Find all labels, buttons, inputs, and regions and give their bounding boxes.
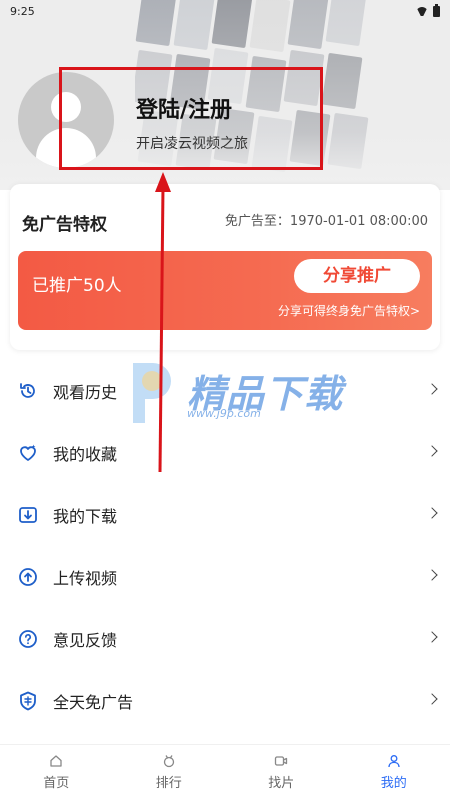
tab-label: 首页 [43, 776, 70, 791]
ranking-icon [163, 755, 174, 768]
menu-item-label: 全天免广告 [53, 693, 134, 712]
tab-home[interactable]: 首页 [0, 745, 113, 800]
tab-ranking[interactable]: 排行 [113, 745, 226, 800]
tab-profile[interactable]: 我的 [338, 745, 450, 800]
chevron-right-icon [426, 445, 438, 457]
download-icon [18, 505, 38, 525]
ad-privilege-title: 免广告特权 [22, 215, 107, 235]
promoted-count: 已推广50人 [32, 276, 122, 296]
tab-label: 找片 [268, 776, 295, 791]
no-ad-icon [18, 691, 38, 711]
ad-expiry-text: 免广告至：1970-01-01 08:00:00 [224, 214, 428, 229]
profile-icon [388, 755, 400, 768]
chevron-right-icon [426, 693, 438, 705]
chevron-right-icon [426, 507, 438, 519]
avatar-body-shape [36, 128, 96, 168]
tab-label: 我的 [380, 776, 407, 791]
menu-item-label: 我的收藏 [53, 445, 118, 464]
history-icon [18, 381, 38, 401]
profile-page: 9:25 登陆/注册 开启凌云视频之旅 免广告特权 免广告至：1970-01-0… [0, 0, 450, 800]
status-time: 9:25 [10, 4, 35, 18]
menu-item-favorites[interactable]: 我的收藏 [0, 422, 450, 484]
profile-menu: 观看历史 我的收藏 我的下载 上传视频 意见反馈 全天免广告 [0, 360, 450, 732]
heart-icon [18, 443, 38, 463]
share-promote-button[interactable]: 分享推广 [294, 259, 420, 293]
share-hint-link[interactable]: 分享可得终身免广告特权> [278, 302, 420, 319]
chevron-right-icon [426, 569, 438, 581]
avatar-head-shape [51, 92, 81, 122]
chevron-right-icon [426, 383, 438, 395]
ad-privilege-card: 免广告特权 免广告至：1970-01-01 08:00:00 已推广50人 分享… [10, 184, 440, 350]
battery-icon [433, 3, 440, 17]
menu-item-watch-history[interactable]: 观看历史 [0, 360, 450, 422]
find-video-icon [275, 756, 288, 766]
menu-item-label: 观看历史 [53, 383, 118, 402]
tab-label: 排行 [155, 776, 182, 791]
upload-icon [18, 567, 38, 587]
promotion-banner[interactable]: 已推广50人 分享推广 分享可得终身免广告特权> [18, 251, 432, 330]
menu-item-downloads[interactable]: 我的下载 [0, 484, 450, 546]
avatar[interactable] [18, 72, 114, 168]
status-bar: 9:25 [0, 0, 450, 22]
menu-item-feedback[interactable]: 意见反馈 [0, 608, 450, 670]
menu-item-upload-video[interactable]: 上传视频 [0, 546, 450, 608]
menu-item-label: 上传视频 [53, 569, 118, 588]
chevron-right-icon [426, 631, 438, 643]
bottom-tab-bar: 首页 排行 找片 我的 [0, 744, 450, 800]
status-icons [416, 3, 440, 17]
login-register-link[interactable]: 登陆/注册 [136, 92, 232, 124]
home-icon [50, 755, 62, 767]
menu-item-label: 我的下载 [53, 507, 118, 526]
menu-item-label: 意见反馈 [53, 631, 118, 650]
tab-find-video[interactable]: 找片 [225, 745, 338, 800]
feedback-icon [18, 629, 38, 649]
menu-item-no-ads[interactable]: 全天免广告 [0, 670, 450, 732]
wifi-icon [416, 7, 428, 16]
login-subtitle: 开启凌云视频之旅 [136, 136, 248, 152]
